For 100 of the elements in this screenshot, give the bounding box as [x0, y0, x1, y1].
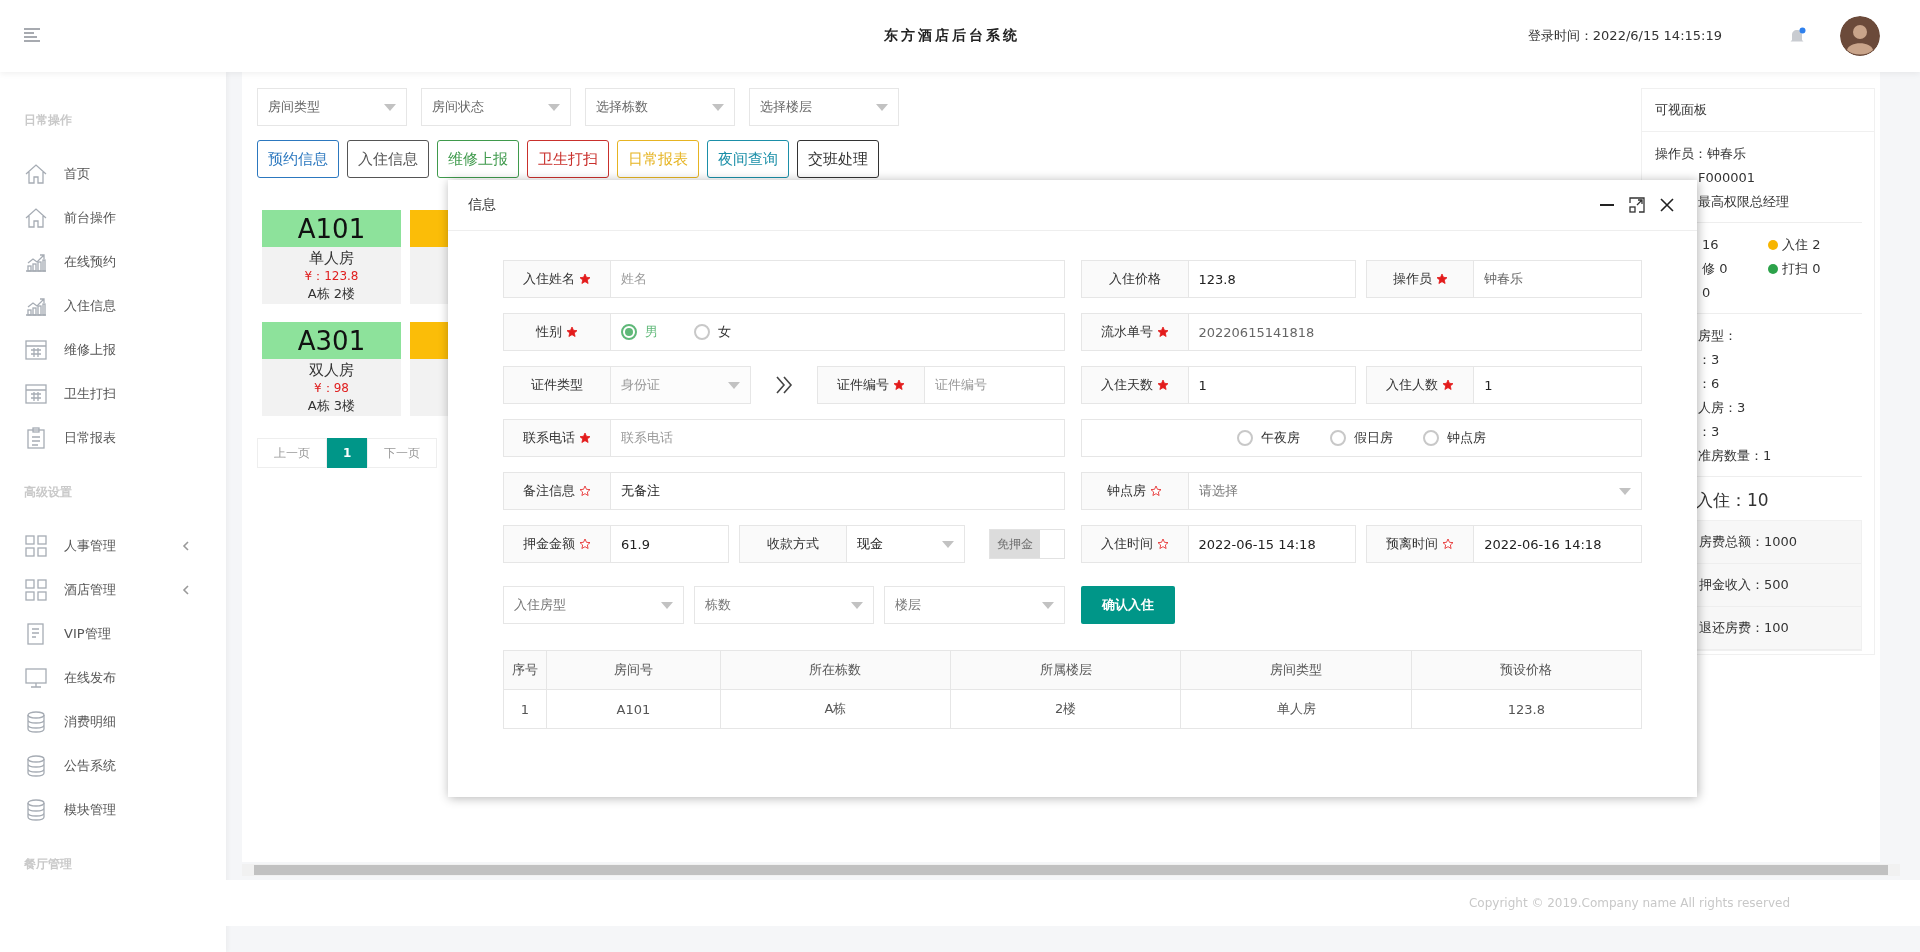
- dialog-title: 信息: [468, 196, 496, 214]
- caret-icon: [876, 103, 888, 111]
- app-title: 东方酒店后台系统: [884, 27, 1020, 45]
- filter-select[interactable]: 选择楼层: [749, 88, 899, 126]
- action-button[interactable]: 预约信息: [257, 140, 339, 178]
- sidebar-item[interactable]: 在线发布: [0, 656, 202, 700]
- text-field[interactable]: 无备注: [611, 472, 1065, 510]
- page-button[interactable]: 1: [327, 438, 368, 468]
- close-icon[interactable]: [1659, 197, 1675, 213]
- room-number[interactable]: A301: [262, 322, 401, 359]
- grid-icon: [24, 578, 48, 602]
- field-label: 性别: [536, 323, 562, 341]
- checked-in-count: 入住：10: [1696, 489, 1769, 512]
- sidebar-item[interactable]: 卫生打扫: [0, 372, 202, 416]
- sidebar-item[interactable]: 酒店管理: [0, 568, 202, 612]
- field-label: 押金金额: [523, 535, 575, 553]
- toggle-switch[interactable]: 免押金: [988, 529, 1065, 559]
- caret-icon: [727, 381, 740, 389]
- caret-icon: [712, 103, 724, 111]
- sidebar-item[interactable]: 日常报表: [0, 416, 202, 460]
- action-button[interactable]: 维修上报: [437, 140, 519, 178]
- text-field[interactable]: 61.9: [611, 525, 729, 563]
- staff-info: F000001: [1698, 169, 1756, 187]
- text-field[interactable]: 1: [1188, 366, 1357, 404]
- column-header: 房间类型: [1180, 650, 1412, 690]
- select-field[interactable]: 现金: [846, 525, 965, 563]
- room-type-count: 准房数量：1: [1698, 447, 1772, 465]
- sidebar-item[interactable]: 模块管理: [0, 788, 202, 832]
- monitor-icon: [24, 666, 48, 690]
- select-field[interactable]: 栋数: [693, 586, 874, 624]
- select-field[interactable]: 入住房型: [503, 586, 684, 624]
- table-cell: 2楼: [950, 689, 1181, 729]
- field-label: 证件编号: [836, 376, 889, 394]
- sidebar-item[interactable]: 前台操作: [0, 196, 202, 240]
- database-icon: [24, 798, 48, 822]
- field-label: 预离时间: [1386, 535, 1439, 553]
- select-field[interactable]: 楼层: [884, 586, 1065, 624]
- text-field[interactable]: 1: [1474, 366, 1642, 404]
- sidebar-item[interactable]: VIP管理: [0, 612, 202, 656]
- field-label: 入住人数: [1386, 376, 1439, 394]
- status-count: 0: [1702, 284, 1711, 302]
- status-count: 入住 2: [1782, 236, 1821, 254]
- home-icon: [24, 206, 48, 230]
- confirm-button[interactable]: 确认入住: [1080, 586, 1175, 624]
- sidebar-item[interactable]: 公告系统: [0, 744, 202, 788]
- field-label: 收款方式: [766, 535, 819, 553]
- radio-button[interactable]: 钟点房: [1422, 429, 1486, 447]
- sidebar-item[interactable]: 首页: [0, 152, 202, 196]
- caret-icon: [1619, 487, 1631, 495]
- room-type: 单人房: [309, 248, 354, 268]
- login-time: 登录时间：2022/6/15 14:15:19: [1527, 27, 1722, 45]
- status-count: 修 0: [1702, 260, 1728, 278]
- table-cell: A101: [546, 689, 721, 729]
- action-button[interactable]: 交班处理: [797, 140, 879, 178]
- table-cell: 单人房: [1180, 689, 1412, 729]
- field-label: 入住价格: [1108, 270, 1161, 288]
- sidebar-item[interactable]: 在线预约: [0, 240, 202, 284]
- radio-button[interactable]: 女: [694, 323, 731, 341]
- text-field[interactable]: 123.8: [1188, 260, 1357, 298]
- field-label: 入住姓名: [523, 270, 575, 288]
- horizontal-scrollbar[interactable]: [242, 864, 1900, 876]
- caret-icon: [384, 103, 396, 111]
- table-cell: A栋: [720, 689, 951, 729]
- clipboard-icon: [24, 426, 48, 450]
- maximize-icon[interactable]: [1629, 197, 1645, 213]
- sidebar-item[interactable]: 人事管理: [0, 524, 202, 568]
- text-field[interactable]: 2022-06-16 14:18: [1474, 525, 1642, 563]
- filter-select[interactable]: 房间类型: [257, 88, 407, 126]
- field-label: 联系电话: [523, 429, 575, 447]
- text-field[interactable]: 钟春乐: [1474, 260, 1642, 298]
- sidebar-item[interactable]: 入住信息: [0, 284, 202, 328]
- room-type-count: ：6: [1698, 375, 1720, 393]
- table-cell: 1: [503, 689, 547, 729]
- sidebar-item[interactable]: 维修上报: [0, 328, 202, 372]
- action-button[interactable]: 卫生打扫: [527, 140, 609, 178]
- column-header: 房间号: [546, 650, 721, 690]
- action-button[interactable]: 入住信息: [347, 140, 429, 178]
- home-icon: [24, 162, 48, 186]
- action-button[interactable]: 夜间查询: [707, 140, 789, 178]
- caret-icon: [660, 601, 673, 609]
- avatar[interactable]: [1840, 16, 1880, 56]
- staff-info: 最高权限总经理: [1698, 193, 1789, 211]
- total-amount: 房费总额：1000: [1699, 533, 1798, 551]
- room-price: ¥：123.8: [304, 267, 359, 285]
- room-location: A栋 2楼: [307, 284, 356, 303]
- text-field[interactable]: 2022-06-15 14:18: [1188, 525, 1357, 563]
- text-field[interactable]: 20220615141818: [1188, 313, 1642, 351]
- room-type-count: ：3: [1698, 423, 1720, 441]
- field-label: 入住时间: [1100, 535, 1153, 553]
- sidebar-item[interactable]: 消费明细: [0, 700, 202, 744]
- room-number[interactable]: A101: [262, 210, 401, 247]
- field-label: 钟点房: [1107, 482, 1146, 500]
- filter-select[interactable]: 房间状态: [421, 88, 571, 126]
- radio-button[interactable]: 午夜房: [1236, 429, 1300, 447]
- bell-icon[interactable]: [1788, 27, 1806, 45]
- filter-select[interactable]: 选择栋数: [585, 88, 735, 126]
- radio-button[interactable]: 假日房: [1329, 429, 1393, 447]
- select-field[interactable]: 请选择: [1188, 472, 1642, 510]
- calendar-icon: [24, 382, 48, 406]
- database-icon: [24, 754, 48, 778]
